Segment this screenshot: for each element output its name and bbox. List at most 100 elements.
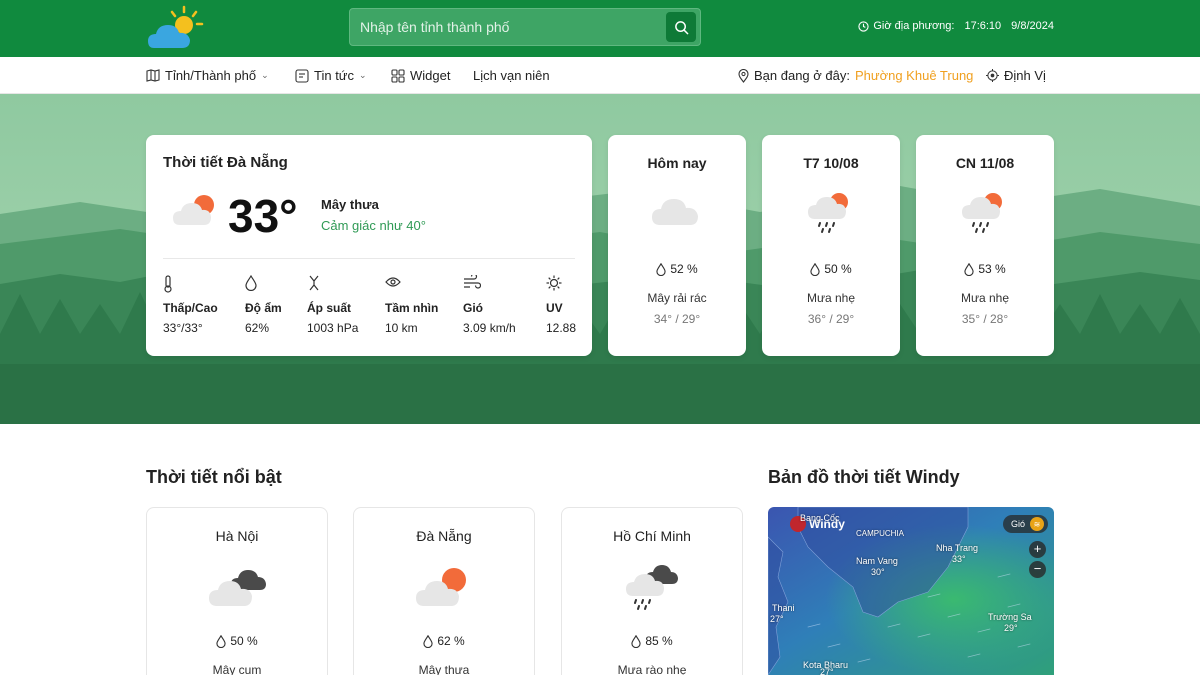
city-name: Hà Nội (215, 528, 259, 544)
pressure-icon (309, 275, 319, 291)
search-icon (674, 20, 688, 34)
nav-provinces-label: Tỉnh/Thành phố (165, 68, 257, 83)
nav-bar: Tỉnh/Thành phố ⌄ Tin tức ⌄ Widget Lịch v… (0, 57, 1200, 94)
search-box (349, 8, 701, 46)
widget-grid-icon (391, 68, 405, 83)
stat-visibility: Tầm nhìn 10 km (385, 275, 438, 335)
zoom-out-button[interactable]: − (1029, 561, 1046, 578)
forecast-humidity: 53 % (916, 262, 1054, 276)
stat-value: 3.09 km/h (463, 321, 516, 335)
rain-sun-icon (962, 193, 1002, 233)
map-icon (146, 69, 160, 82)
map-label: Nam Vang (856, 556, 898, 566)
forecast-range: 35° / 28° (961, 312, 1009, 326)
map-label: Trường Sa (988, 612, 1032, 622)
eye-icon (385, 277, 401, 287)
local-clock: Giờ địa phương: 17:6:10 9/8/2024 (858, 20, 1054, 32)
location-prefix: Bạn đang ở đây: (754, 68, 850, 83)
stat-value: 12.88 (546, 321, 577, 335)
humidity-value: 53 % (978, 262, 1006, 276)
featured-title: Thời tiết nổi bật (146, 467, 282, 487)
location-pin-icon (738, 68, 749, 83)
forecast-day: CN 11/08 (955, 155, 1015, 171)
forecast-day: T7 10/08 (803, 155, 859, 171)
dark-clouds-icon (209, 570, 266, 606)
search-button[interactable] (666, 12, 696, 42)
nav-calendar[interactable]: Lịch vạn niên (473, 68, 550, 83)
rain-cloud-icon (626, 565, 678, 610)
city-card-hcm[interactable]: Hồ Chí Minh 85 % Mưa rào nhẹ (561, 507, 743, 675)
humidity-value: 52 % (670, 262, 698, 276)
current-location: Bạn đang ở đây: Phường Khuê Trung (738, 68, 973, 83)
search-input[interactable] (360, 9, 660, 45)
map-label: Nha Trang (936, 543, 979, 553)
droplet-icon (810, 262, 820, 276)
city-humidity: 50 % (147, 634, 327, 648)
nav-calendar-label: Lịch vạn niên (473, 68, 550, 83)
wind-icon (464, 273, 482, 289)
current-title: Thời tiết Đà Nẵng (163, 154, 288, 171)
divider (163, 258, 575, 259)
humidity-value: 50 % (824, 262, 852, 276)
sun-cloud-icon (173, 195, 214, 225)
nav-widget[interactable]: Widget (391, 68, 450, 83)
map-layer-label: Gió (1010, 519, 1025, 529)
hero-section: Thời tiết Đà Nẵng 33° Mây thưa Cảm giác … (0, 94, 1200, 424)
city-card-danang[interactable]: Đà Nẵng 62 % Mây thưa (353, 507, 535, 675)
nav-provinces[interactable]: Tỉnh/Thành phố ⌄ (146, 68, 269, 83)
city-name: Đà Nẵng (416, 528, 472, 544)
forecast-description: Mưa nhẹ (960, 291, 1010, 305)
chevron-down-icon: ⌄ (359, 70, 367, 80)
clock-date: 9/8/2024 (1011, 20, 1054, 32)
droplet-icon (631, 634, 641, 648)
city-humidity: 62 % (354, 634, 534, 648)
humidity-value: 50 % (230, 634, 258, 648)
map-layer-selector[interactable]: Gió ≋ (1002, 515, 1048, 533)
map-label: 33° (952, 554, 966, 564)
forecast-day: Hôm nay (647, 155, 707, 171)
logo-icon[interactable] (146, 4, 206, 52)
city-name: Hồ Chí Minh (613, 528, 691, 544)
forecast-card-today[interactable]: Hôm nay 52 % Mây rải rác 34° / 29° (608, 135, 746, 356)
forecast-card-sat[interactable]: T7 10/08 50 % Mưa nhẹ 36° / 29° (762, 135, 900, 356)
sun-cloud-icon (416, 568, 466, 606)
locate-button[interactable]: Định Vị (986, 68, 1046, 83)
map-label: CAMPUCHIA (856, 529, 905, 538)
stat-humidity: Độ ẩm 62% (245, 274, 282, 335)
map-label: Thani (772, 603, 795, 613)
stat-pressure: Áp suất 1003 hPa (307, 275, 358, 335)
forecast-card-sun[interactable]: CN 11/08 53 % Mưa nhẹ 35° / 28° (916, 135, 1054, 356)
sun-icon (546, 275, 562, 291)
map-label: Bang Cốc (800, 513, 840, 523)
current-weather-card: Thời tiết Đà Nẵng 33° Mây thưa Cảm giác … (146, 135, 592, 356)
city-card-hanoi[interactable]: Hà Nội 50 % Mây cụm (146, 507, 328, 675)
zoom-in-button[interactable]: + (1029, 541, 1046, 558)
windy-map[interactable]: Windy Bang Cốc CAMPUCHIA Nam Vang 30° Nh… (768, 507, 1054, 675)
map-label: 29° (1004, 623, 1018, 633)
feels-like: Cảm giác như 40° (321, 218, 426, 233)
forecast-description: Mưa nhẹ (806, 291, 856, 305)
current-temperature: 33° (228, 190, 298, 242)
forecast-range: 34° / 29° (653, 312, 701, 326)
chevron-down-icon: ⌄ (261, 70, 269, 80)
locate-label: Định Vị (1004, 68, 1046, 83)
crosshair-icon (986, 69, 999, 82)
stat-label: Gió (463, 301, 483, 315)
droplet-icon (216, 634, 226, 648)
forecast-humidity: 52 % (608, 262, 746, 276)
top-header: Giờ địa phương: 17:6:10 9/8/2024 (0, 0, 1200, 57)
current-description: Mây thưa (321, 197, 379, 212)
map-label: 27° (770, 614, 784, 624)
nav-news[interactable]: Tin tức ⌄ (295, 68, 367, 83)
map-label: 27° (820, 667, 834, 675)
news-icon (295, 68, 309, 83)
cloud-icon (652, 199, 698, 225)
stat-low-high: Thấp/Cao 33°/33° (163, 275, 218, 335)
stat-label: Độ ẩm (245, 301, 282, 315)
stat-value: 33°/33° (163, 321, 203, 335)
rain-sun-icon (808, 193, 848, 233)
location-name[interactable]: Phường Khuê Trung (855, 68, 973, 83)
clock-icon (858, 20, 869, 32)
forecast-description: Mây rải rác (647, 291, 707, 305)
nav-news-label: Tin tức (314, 68, 355, 83)
